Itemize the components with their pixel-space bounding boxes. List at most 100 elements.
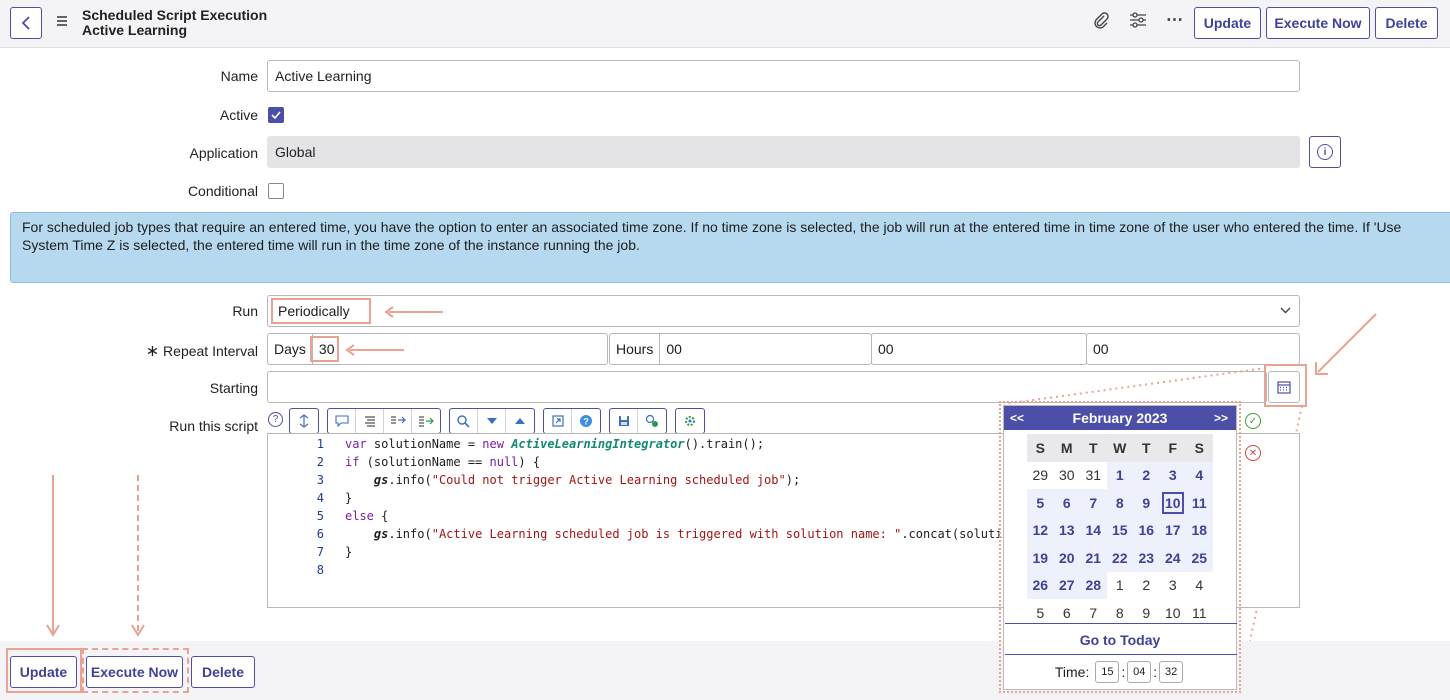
hours-field[interactable]: Hours 00 [609, 333, 872, 365]
header-update-button[interactable]: Update [1194, 7, 1261, 39]
paperclip-icon[interactable] [1093, 12, 1109, 35]
calendar-day[interactable]: 23 [1133, 544, 1160, 572]
seconds-field[interactable]: 00 [1086, 333, 1300, 365]
script-debugger-icon[interactable] [638, 409, 666, 433]
hours-value: 00 [666, 341, 682, 357]
header-execute-now-button[interactable]: Execute Now [1266, 7, 1370, 39]
record-type-title: Scheduled Script Execution [82, 7, 268, 23]
weekday-header-row: S M T W T F S [1027, 434, 1213, 462]
find-next-icon[interactable] [478, 409, 506, 433]
calendar-day[interactable]: 28 [1080, 571, 1107, 599]
calendar-day[interactable]: 6 [1053, 489, 1080, 517]
calendar-week-row: 12 13 14 15 16 17 18 [1027, 516, 1213, 544]
calendar-day[interactable]: 19 [1027, 544, 1054, 572]
weekday-label: F [1159, 434, 1186, 462]
calendar-day-other-month[interactable]: 2 [1133, 572, 1160, 600]
name-label: Name [220, 68, 258, 84]
go-to-today-link[interactable]: Go to Today [1004, 632, 1236, 648]
replace-all-icon[interactable] [412, 409, 440, 433]
name-field[interactable]: Active Learning [267, 60, 1300, 92]
help-icon[interactable]: ? [268, 412, 283, 427]
application-label: Application [189, 145, 259, 161]
more-options-icon[interactable]: ⋯ [1166, 10, 1183, 30]
calendar-week-row: 29 30 31 1 2 3 4 [1027, 461, 1213, 490]
calendar-day[interactable]: 11 [1186, 489, 1213, 517]
calendar-day[interactable]: 3 [1159, 461, 1186, 489]
arrow-down-annotation-icon [46, 475, 60, 637]
calendar-day[interactable]: 26 [1027, 571, 1054, 599]
arrow-down-dashed-annotation-icon [131, 475, 145, 637]
align-text-icon[interactable] [356, 409, 384, 433]
gear-tools-icon[interactable] [676, 409, 704, 433]
calendar-day-other-month[interactable]: 31 [1080, 462, 1107, 490]
calendar-day[interactable]: 18 [1186, 516, 1213, 544]
run-label: Run [232, 303, 258, 319]
calendar-divider [1005, 654, 1237, 655]
arrow-left-annotation-icon [384, 306, 443, 318]
calendar-day[interactable]: 16 [1133, 516, 1160, 544]
calendar-day[interactable]: 21 [1080, 544, 1107, 572]
back-button[interactable] [10, 7, 42, 39]
calendar-day[interactable]: 24 [1159, 544, 1186, 572]
calendar-day-selected[interactable]: 10 [1159, 489, 1186, 517]
toolbar-group-edit [327, 408, 441, 434]
conditional-checkbox[interactable] [268, 183, 284, 199]
header-delete-button[interactable]: Delete [1375, 7, 1438, 39]
footer-delete-button[interactable]: Delete [191, 656, 255, 688]
calendar-cancel-x-icon[interactable]: ✕ [1245, 445, 1261, 461]
calendar-confirm-check-icon[interactable]: ✓ [1245, 413, 1261, 429]
toolbar-group-search [449, 408, 535, 434]
calendar-week-row: 5 6 7 8 9 10 11 [1027, 489, 1213, 517]
save-icon[interactable] [610, 409, 638, 433]
calendar-day[interactable]: 2 [1133, 461, 1160, 489]
calendar-day[interactable]: 4 [1186, 461, 1213, 489]
find-previous-icon[interactable] [506, 409, 534, 433]
format-code-icon[interactable] [290, 409, 318, 433]
svg-text:?: ? [583, 417, 589, 427]
script-label: Run this script [169, 418, 258, 434]
minutes-field[interactable]: 00 [871, 333, 1087, 365]
calendar-day[interactable]: 25 [1186, 544, 1213, 572]
calendar-day-other-month[interactable]: 30 [1054, 462, 1081, 490]
active-checkbox[interactable] [268, 107, 284, 123]
calendar-day-other-month[interactable]: 3 [1160, 572, 1187, 600]
minutes-value: 00 [878, 341, 894, 357]
calendar-day[interactable]: 8 [1106, 489, 1133, 517]
selected-day-number: 10 [1161, 491, 1184, 514]
help-circle-icon[interactable]: ? [572, 409, 600, 433]
application-info-button[interactable]: i [1309, 136, 1341, 168]
time-hours-input[interactable]: 15 [1095, 661, 1120, 683]
calendar-day[interactable]: 22 [1106, 544, 1133, 572]
calendar-day[interactable]: 7 [1080, 489, 1107, 517]
update-button-highlight [6, 648, 82, 693]
fullscreen-icon[interactable] [544, 409, 572, 433]
time-seconds-input[interactable]: 32 [1159, 661, 1184, 683]
calendar-day-other-month[interactable]: 29 [1027, 462, 1054, 490]
comment-icon[interactable] [328, 409, 356, 433]
calendar-day[interactable]: 12 [1027, 516, 1054, 544]
calendar-grid: S M T W T F S 29 30 31 1 2 3 4 5 6 7 8 9… [1027, 434, 1213, 627]
search-icon[interactable] [450, 409, 478, 433]
script-editor-toolbar: ? [289, 408, 713, 434]
calendar-day[interactable]: 9 [1133, 489, 1160, 517]
calendar-day[interactable]: 5 [1027, 489, 1054, 517]
replace-icon[interactable] [384, 409, 412, 433]
time-minutes-input[interactable]: 04 [1127, 661, 1152, 683]
record-name-title: Active Learning [82, 22, 188, 38]
next-month-button[interactable]: >> [1214, 411, 1228, 425]
calendar-day[interactable]: 14 [1080, 516, 1107, 544]
line-number: 8 [316, 563, 324, 577]
previous-month-button[interactable]: << [1010, 411, 1024, 425]
line-number: 4 [316, 491, 324, 505]
calendar-day-other-month[interactable]: 4 [1186, 572, 1213, 600]
calendar-day-other-month[interactable]: 1 [1107, 572, 1134, 600]
calendar-day[interactable]: 20 [1053, 544, 1080, 572]
line-number: 7 [316, 545, 324, 559]
calendar-day[interactable]: 15 [1106, 516, 1133, 544]
calendar-day[interactable]: 17 [1159, 516, 1186, 544]
calendar-day[interactable]: 27 [1053, 571, 1080, 599]
hamburger-menu-icon[interactable] [56, 14, 68, 32]
calendar-day[interactable]: 13 [1053, 516, 1080, 544]
settings-sliders-icon[interactable] [1129, 12, 1147, 33]
calendar-day[interactable]: 1 [1106, 461, 1133, 489]
